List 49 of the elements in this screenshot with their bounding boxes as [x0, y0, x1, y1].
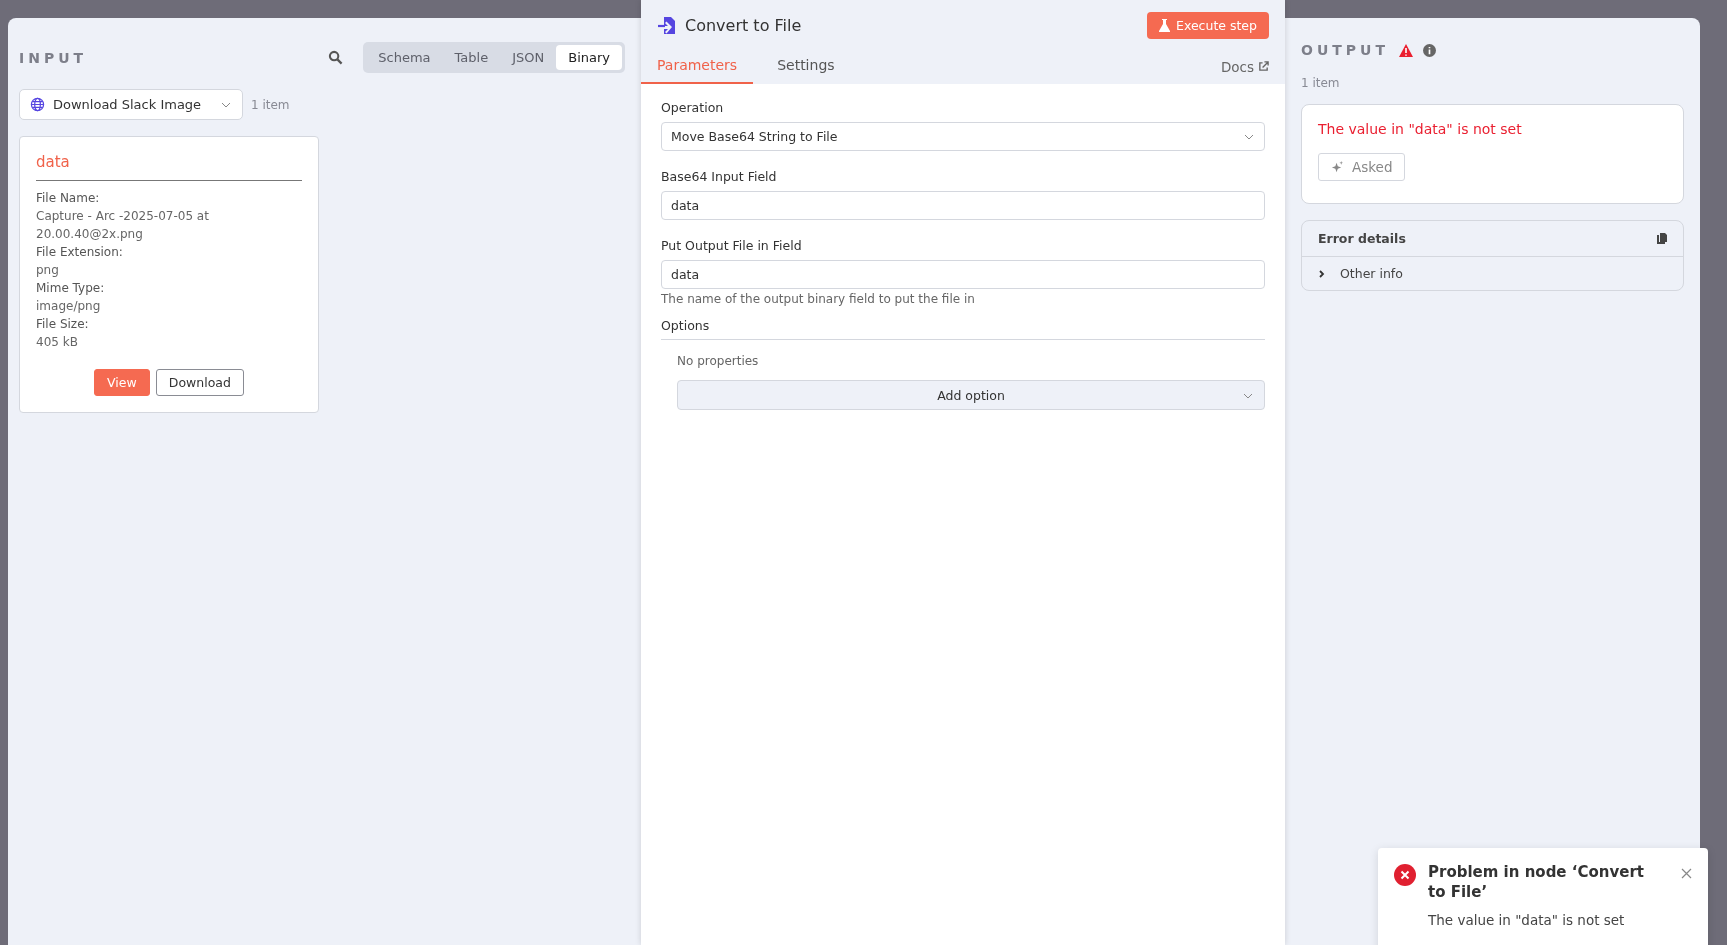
field-value: png — [36, 262, 60, 279]
empty-text: No properties — [677, 354, 760, 368]
field-label: Operation — [661, 100, 725, 115]
item-count: 1 item — [1301, 76, 1341, 90]
close-icon[interactable] — [1681, 868, 1692, 879]
error-details-title: Error details — [1318, 231, 1406, 246]
field-value: image/png — [36, 298, 102, 315]
file-arrow-icon — [657, 15, 677, 36]
panel-title: OUTPUT — [1301, 42, 1389, 58]
node-select[interactable]: Download Slack Image — [19, 89, 243, 120]
binary-title: data — [36, 153, 302, 181]
external-link-icon — [1258, 61, 1269, 72]
panel-title: INPUT — [19, 49, 88, 66]
asked-button[interactable]: Asked — [1318, 153, 1406, 181]
other-info-row[interactable]: Other info — [1302, 257, 1419, 290]
item-count: 1 item — [251, 97, 290, 112]
settings-tab[interactable]: Settings — [761, 49, 851, 84]
view-tab[interactable]: Schema — [366, 45, 443, 70]
field-value: Capture - Arc -2025-07-05 at 20.00.40@2x.png — [36, 208, 210, 243]
input-field[interactable]: data — [661, 191, 1265, 220]
node-title: Convert to File — [685, 16, 802, 35]
field-label: File Extension: — [36, 244, 124, 261]
field-value: 405 kB — [36, 334, 79, 351]
options-title: Options — [661, 318, 1265, 340]
input-field[interactable]: data — [661, 260, 1265, 289]
docs-link[interactable]: Docs — [1220, 58, 1269, 75]
field-label: File Name: — [36, 190, 101, 207]
copy-icon[interactable] — [1657, 233, 1667, 244]
field-hint: The name of the output binary field to put the file in — [661, 292, 976, 306]
globe-icon — [30, 97, 45, 112]
search-icon[interactable] — [328, 50, 344, 65]
add-option-button[interactable]: Add option — [677, 380, 1265, 410]
field-label: Base64 Input Field — [661, 169, 778, 184]
flask-icon — [1159, 19, 1170, 32]
error-icon — [1394, 864, 1416, 886]
field-label: Mime Type: — [36, 280, 106, 297]
field-label: Put Output File in Field — [661, 238, 803, 253]
operation-select[interactable]: Move Base64 String to File — [661, 122, 1265, 151]
view-tab[interactable]: Table — [442, 45, 501, 70]
field-label: File Size: — [36, 316, 90, 333]
view-tab[interactable]: Binary — [556, 45, 622, 70]
view-tab[interactable]: JSON — [500, 45, 557, 70]
toast-message: The value in "data" is not set — [1428, 912, 1626, 928]
download-button[interactable]: Download — [155, 369, 244, 396]
error-message: The value in "data" is not set — [1318, 121, 1523, 137]
info-icon — [1423, 43, 1436, 57]
sparkle-icon — [1331, 160, 1344, 174]
toast-title: Problem in node ‘Convert to File’ — [1428, 862, 1645, 902]
warning-icon — [1399, 43, 1413, 57]
